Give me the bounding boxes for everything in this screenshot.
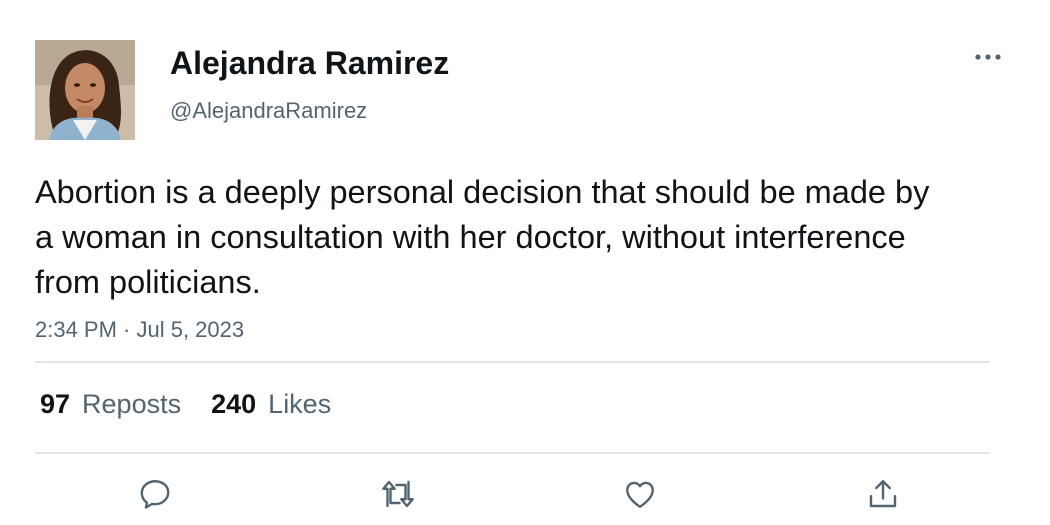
avatar[interactable] xyxy=(35,40,135,140)
divider xyxy=(35,361,990,363)
like-button[interactable] xyxy=(618,472,662,516)
user-handle[interactable]: @AlejandraRamirez xyxy=(170,96,367,126)
repost-button[interactable] xyxy=(376,472,420,516)
reply-icon xyxy=(140,480,170,509)
more-icon xyxy=(975,54,1001,60)
likes-stat[interactable]: 240 Likes xyxy=(211,386,331,422)
reposts-count: 97 xyxy=(40,389,71,419)
repost-icon xyxy=(382,480,414,508)
tweet-timestamp[interactable]: 2:34 PM · Jul 5, 2023 xyxy=(35,315,244,345)
engagement-stats: 97 Reposts 240 Likes xyxy=(40,386,331,422)
share-button[interactable] xyxy=(861,472,905,516)
likes-label: Likes xyxy=(268,389,332,419)
divider xyxy=(35,452,990,454)
more-options-button[interactable] xyxy=(968,40,1008,74)
profile-photo-icon xyxy=(35,40,135,140)
tweet-text: Abortion is a deeply personal decision t… xyxy=(35,174,930,300)
reposts-label: Reposts xyxy=(82,389,182,419)
reply-button[interactable] xyxy=(133,472,177,516)
share-icon xyxy=(869,480,897,508)
like-icon xyxy=(626,481,654,508)
display-name[interactable]: Alejandra Ramirez xyxy=(170,43,449,83)
likes-count: 240 xyxy=(211,389,257,419)
reposts-stat[interactable]: 97 Reposts xyxy=(40,386,181,422)
